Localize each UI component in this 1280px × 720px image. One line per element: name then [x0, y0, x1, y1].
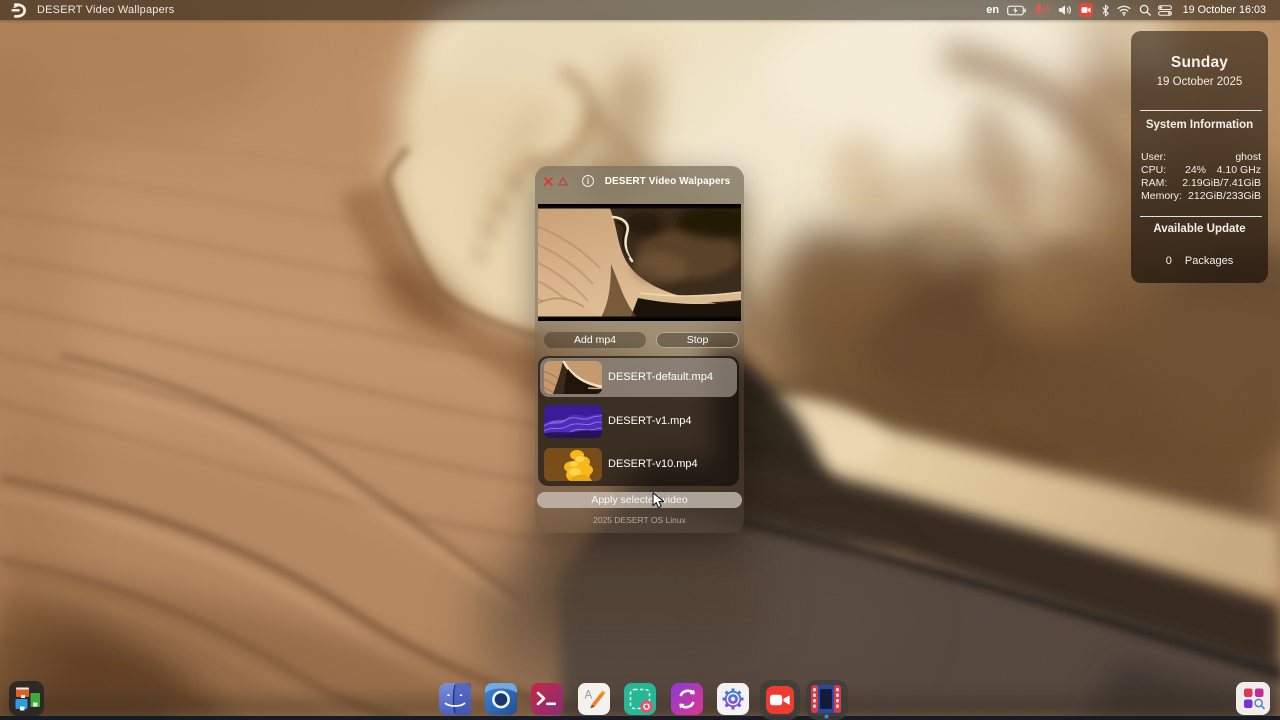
svg-text:A: A [585, 690, 593, 702]
